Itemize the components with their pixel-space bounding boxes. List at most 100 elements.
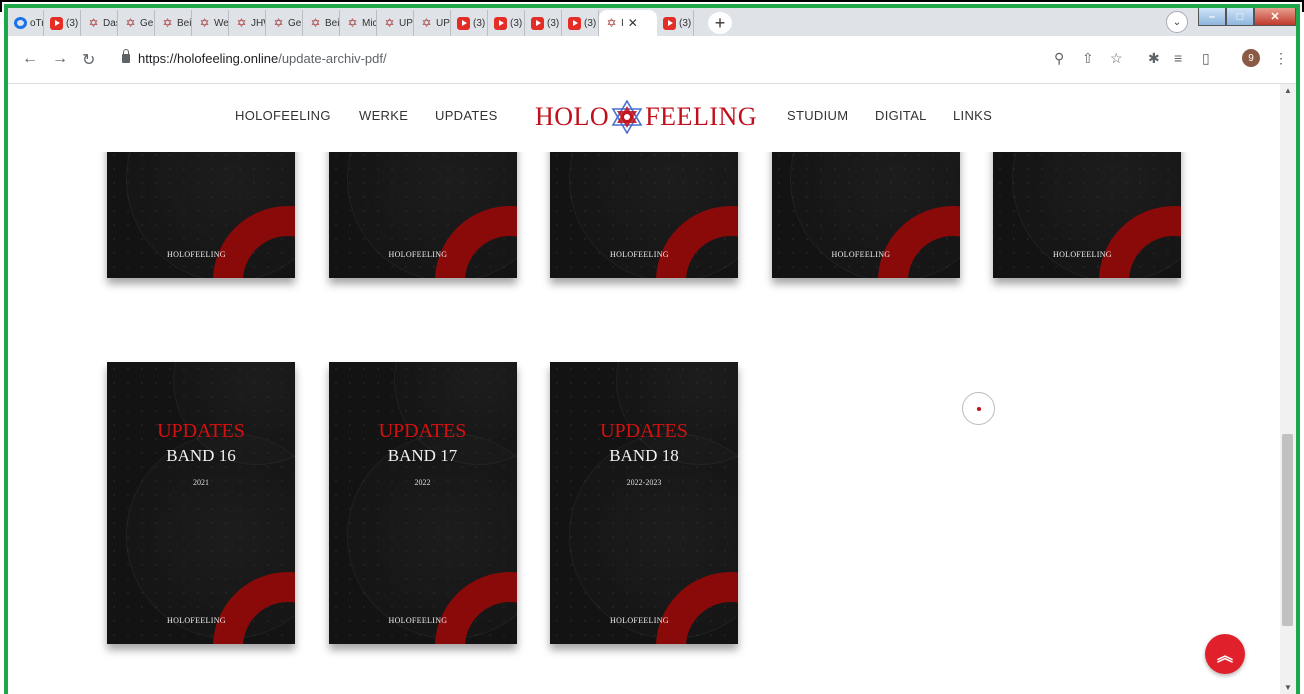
browser-tab[interactable]: ✡ JHW bbox=[229, 10, 266, 36]
tab-title: (3) V bbox=[510, 17, 524, 29]
browser-tab[interactable]: ✡ UP- bbox=[377, 10, 414, 36]
logo-text-left: HOLO bbox=[535, 102, 610, 131]
tab-title: Beiw bbox=[177, 17, 192, 29]
browser-tab[interactable]: (3) H bbox=[44, 10, 81, 36]
tab-title: UP- bbox=[436, 17, 450, 29]
browser-tab[interactable]: ✡ Das bbox=[81, 10, 118, 36]
loading-spinner bbox=[962, 392, 995, 425]
youtube-icon bbox=[50, 16, 63, 30]
cover-band: BAND 17 bbox=[387, 446, 458, 465]
page-scrollbar[interactable]: ▲ ▼ bbox=[1280, 84, 1296, 694]
tab-strip: oTra(3) H✡Das✡Gen✡Beiw✡Wec✡JHW✡Gen✡Beiw✡… bbox=[8, 8, 1296, 36]
cover-brand: HOLOFEELING bbox=[1053, 250, 1112, 259]
holofeeling-icon: ✡ bbox=[273, 16, 284, 30]
reading-list-icon[interactable]: ≡ bbox=[1174, 50, 1182, 66]
tab-title: Mic bbox=[362, 17, 377, 29]
cover-year: 2022-2023 bbox=[626, 478, 662, 487]
pdf-cover[interactable]: HOLOFEELING UPDATES BAND 18 2022-2023 bbox=[550, 362, 738, 644]
browser-tab[interactable]: (3) V bbox=[451, 10, 488, 36]
cover-band: BAND 16 bbox=[166, 446, 236, 465]
back-to-top-button[interactable]: ︽ bbox=[1205, 634, 1245, 674]
cover-title: UPDATES bbox=[378, 420, 467, 442]
holofeeling-icon: ✡ bbox=[421, 16, 432, 30]
holofeeling-icon: ✡ bbox=[162, 16, 173, 30]
tab-close-icon[interactable]: ✕ bbox=[628, 16, 638, 30]
nav-werke[interactable]: WERKE bbox=[359, 108, 408, 123]
browser-tab[interactable]: (3) I bbox=[657, 10, 694, 36]
scroll-down-arrow-icon[interactable]: ▼ bbox=[1284, 683, 1292, 692]
hexagram-logo-icon bbox=[611, 100, 643, 134]
scroll-thumb[interactable] bbox=[1282, 434, 1293, 626]
holofeeling-icon: ✡ bbox=[236, 16, 247, 30]
opera-icon bbox=[14, 17, 27, 29]
nav-holofeeling[interactable]: HOLOFEELING bbox=[235, 108, 331, 123]
site-header: HOLOFEELING WERKE UPDATES HOLO FEELING S… bbox=[8, 84, 1288, 152]
profile-avatar[interactable]: 9 bbox=[1242, 49, 1260, 67]
cover-brand: HOLOFEELING bbox=[388, 616, 448, 625]
bookmark-star-icon[interactable]: ☆ bbox=[1110, 50, 1123, 67]
tab-title: (3) I bbox=[679, 17, 693, 29]
holofeeling-icon: ✡ bbox=[310, 16, 321, 30]
pdf-cover[interactable]: HOLOFEELING UPDATES BAND 17 2022 bbox=[328, 362, 517, 644]
youtube-icon bbox=[531, 16, 544, 30]
nav-digital[interactable]: DIGITAL bbox=[875, 108, 927, 123]
pdf-cover[interactable]: HOLOFEELING UPDATES BAND 16 2021 bbox=[107, 362, 295, 644]
browser-tab[interactable]: (3) I bbox=[525, 10, 562, 36]
tab-list: oTra(3) H✡Das✡Gen✡Beiw✡Wec✡JHW✡Gen✡Beiw✡… bbox=[8, 8, 694, 36]
browser-tab[interactable]: ✡ UP- bbox=[414, 10, 451, 36]
site-logo[interactable]: HOLO FEELING bbox=[535, 100, 757, 134]
close-window-button[interactable]: ✕ bbox=[1254, 8, 1296, 26]
zoom-icon[interactable]: ⚲ bbox=[1054, 50, 1064, 67]
reload-icon[interactable]: ↻ bbox=[82, 50, 95, 70]
extensions-icon[interactable]: ✱ bbox=[1148, 50, 1160, 67]
holofeeling-icon: ✡ bbox=[125, 16, 136, 30]
tab-title: (3) H bbox=[584, 17, 598, 29]
share-icon[interactable]: ⇧ bbox=[1082, 50, 1094, 67]
side-panel-icon[interactable]: ▯ bbox=[1202, 50, 1210, 67]
double-chevron-up-icon: ︽ bbox=[1216, 648, 1233, 665]
youtube-icon bbox=[457, 16, 470, 30]
url-path: /update-archiv-pdf/ bbox=[278, 51, 387, 66]
cover-title: UPDATES bbox=[157, 420, 245, 442]
cover-year: 2022 bbox=[414, 478, 431, 487]
nav-updates[interactable]: UPDATES bbox=[435, 108, 498, 123]
nav-links[interactable]: LINKS bbox=[953, 108, 992, 123]
youtube-icon bbox=[494, 16, 507, 30]
browser-tab[interactable]: oTra bbox=[8, 10, 44, 36]
browser-tab[interactable]: ✡ Beiw bbox=[303, 10, 340, 36]
holofeeling-icon: ✡ bbox=[384, 16, 395, 30]
tab-title: Gen bbox=[288, 17, 302, 29]
logo-text-right: FEELING bbox=[645, 102, 758, 131]
cover-brand: HOLOFEELING bbox=[610, 616, 669, 625]
holofeeling-icon: ✡ bbox=[199, 16, 210, 30]
tab-title: Wec bbox=[214, 17, 229, 29]
tab-title: (3) V bbox=[473, 17, 487, 29]
address-bar[interactable]: https://holofeeling.online/update-archiv… bbox=[138, 51, 387, 66]
holofeeling-icon: ✡ bbox=[606, 16, 617, 30]
browser-tab[interactable]: ✡ Mic bbox=[340, 10, 377, 36]
minimize-button[interactable]: – bbox=[1198, 8, 1226, 26]
tab-search-button[interactable]: ⌄ bbox=[1166, 11, 1188, 33]
browser-tab[interactable]: ✡ Wec bbox=[192, 10, 229, 36]
nav-studium[interactable]: STUDIUM bbox=[787, 108, 848, 123]
tab-title: I bbox=[621, 17, 624, 29]
new-tab-button[interactable]: + bbox=[708, 12, 732, 34]
browser-tab[interactable]: ✡ Gen bbox=[118, 10, 155, 36]
tab-title: (3) H bbox=[66, 17, 80, 29]
forward-arrow-icon[interactable]: → bbox=[52, 50, 68, 68]
browser-toolbar: ← → ↻ https://holofeeling.online/update-… bbox=[8, 36, 1296, 84]
browser-tab[interactable]: ✡ I ✕ bbox=[599, 10, 657, 36]
cover-brand: HOLOFEELING bbox=[388, 250, 448, 259]
page-viewport: HOLOFEELING HOLOFEELING HOLOFEELING HOLOFEE… bbox=[8, 84, 1288, 694]
cover-brand: HOLOFEELING bbox=[167, 616, 226, 625]
scroll-up-arrow-icon[interactable]: ▲ bbox=[1284, 86, 1292, 95]
maximize-button[interactable]: □ bbox=[1226, 8, 1254, 26]
browser-tab[interactable]: (3) V bbox=[488, 10, 525, 36]
browser-tab[interactable]: ✡ Beiw bbox=[155, 10, 192, 36]
holofeeling-icon: ✡ bbox=[347, 16, 358, 30]
browser-tab[interactable]: ✡ Gen bbox=[266, 10, 303, 36]
cover-year: 2021 bbox=[193, 478, 209, 487]
back-arrow-icon[interactable]: ← bbox=[22, 50, 38, 68]
browser-tab[interactable]: (3) H bbox=[562, 10, 599, 36]
menu-kebab-icon[interactable]: ⋮ bbox=[1274, 50, 1288, 67]
